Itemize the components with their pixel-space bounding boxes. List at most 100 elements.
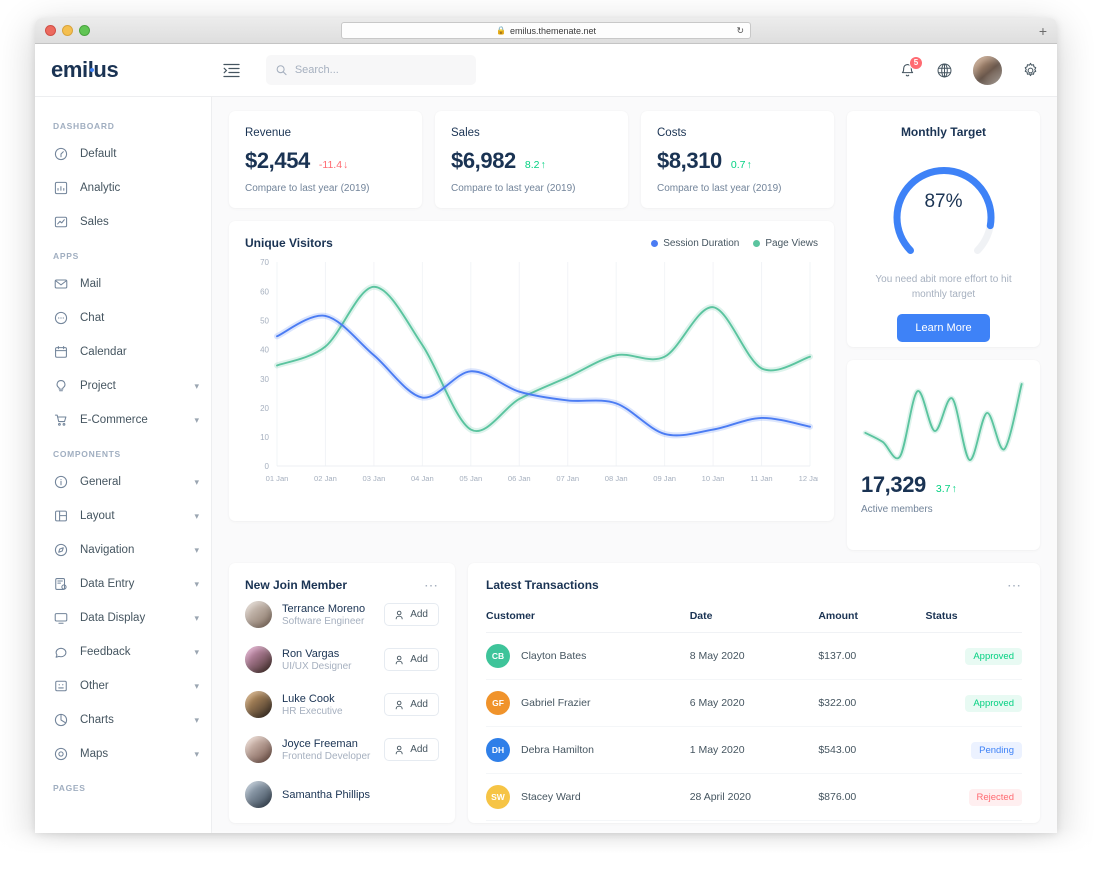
stat-card-revenue: Revenue $2,454 -11.4 ↓ Compare to last ye… xyxy=(229,111,422,208)
learn-more-button[interactable]: Learn More xyxy=(897,314,990,342)
sidebar-item-label: Other xyxy=(80,680,109,692)
stat-delta: 8.2 ↑ xyxy=(525,159,546,171)
arrow-down-icon: ↓ xyxy=(343,159,349,171)
svg-text:01 Jan: 01 Jan xyxy=(266,474,289,483)
user-add-icon xyxy=(395,610,403,619)
transactions-title: Latest Transactions xyxy=(486,578,599,592)
header-actions: 5 xyxy=(899,55,1039,85)
transactions-table: Customer Date Amount Status CB Clayton B… xyxy=(486,602,1022,821)
globe-icon xyxy=(937,63,952,77)
customer-name: Clayton Bates xyxy=(521,650,587,662)
sidebar-item-maps[interactable]: Maps ▾ xyxy=(35,737,211,771)
sparkline-chart xyxy=(857,376,1030,468)
cell-date: 28 April 2020 xyxy=(689,773,819,821)
avatar[interactable] xyxy=(973,55,1002,85)
sidebar-item-data-display[interactable]: Data Display ▾ xyxy=(35,601,211,635)
add-member-button[interactable]: Add xyxy=(384,738,439,761)
svg-text:20: 20 xyxy=(260,404,269,413)
latest-transactions-card: Latest Transactions ⋯ Customer Date Amou… xyxy=(468,563,1040,823)
sidebar-item-layout[interactable]: Layout ▾ xyxy=(35,499,211,533)
sidebar-nav[interactable]: DASHBOARD Default Analytic Sales APPS Ma… xyxy=(35,97,212,833)
status-badge: Approved xyxy=(965,694,1022,712)
minimize-window-button[interactable] xyxy=(62,25,73,36)
list-item[interactable]: Samantha Phillips xyxy=(245,772,439,817)
customer-initials-avatar: SW xyxy=(486,785,510,809)
ellipsis-icon[interactable]: ⋯ xyxy=(424,578,439,592)
search-icon xyxy=(276,65,287,76)
sidebar-item-label: Chat xyxy=(80,312,105,324)
member-name: Joyce Freeman xyxy=(282,737,358,750)
list-item[interactable]: Terrance Moreno Software Engineer Add xyxy=(245,592,439,637)
add-button-label: Add xyxy=(410,699,428,710)
sidebar-item-other[interactable]: Other ▾ xyxy=(35,669,211,703)
chevron-down-icon: ▾ xyxy=(194,380,199,391)
ellipsis-icon[interactable]: ⋯ xyxy=(1007,578,1022,592)
table-row[interactable]: CB Clayton Bates 8 May 2020 $137.00 Appr… xyxy=(486,632,1022,680)
maximize-window-button[interactable] xyxy=(79,25,90,36)
svg-text:05 Jan: 05 Jan xyxy=(459,474,482,483)
add-member-button[interactable]: Add xyxy=(384,603,439,626)
table-row[interactable]: DH Debra Hamilton 1 May 2020 $543.00 Pen… xyxy=(486,726,1022,774)
sidebar-item-e-commerce[interactable]: E-Commerce ▾ xyxy=(35,403,211,437)
search-box[interactable] xyxy=(266,55,476,85)
list-item[interactable]: Ron Vargas UI/UX Designer Add xyxy=(245,637,439,682)
reload-icon[interactable]: ↻ xyxy=(736,25,744,36)
sidebar-item-navigation[interactable]: Navigation ▾ xyxy=(35,533,211,567)
list-item[interactable]: Joyce Freeman Frontend Developer Add xyxy=(245,727,439,772)
chevron-down-icon: ▾ xyxy=(194,476,199,487)
cell-date: 6 May 2020 xyxy=(689,679,819,727)
svg-text:40: 40 xyxy=(260,346,269,355)
member-role: Software Engineer xyxy=(282,615,365,627)
svg-text:03 Jan: 03 Jan xyxy=(363,474,386,483)
stat-delta-value: -11.4 xyxy=(318,159,343,171)
table-row[interactable]: SW Stacey Ward 28 April 2020 $876.00 Rej… xyxy=(486,773,1022,821)
window-controls[interactable] xyxy=(45,25,90,36)
new-member-title: New Join Member xyxy=(245,578,348,592)
sidebar-item-feedback[interactable]: Feedback ▾ xyxy=(35,635,211,669)
sidebar-item-default[interactable]: Default xyxy=(35,137,211,171)
table-header-row: Customer Date Amount Status xyxy=(486,602,1022,633)
stat-value: $6,982 xyxy=(451,148,516,173)
stat-card-costs: Costs $8,310 0.7 ↑ Compare to last year (… xyxy=(641,111,834,208)
settings-button[interactable] xyxy=(1022,62,1039,79)
sidebar-item-general[interactable]: General ▾ xyxy=(35,465,211,499)
legend-item-page-views[interactable]: Page Views xyxy=(753,238,818,249)
avatar xyxy=(245,781,272,808)
add-member-button[interactable]: Add xyxy=(384,648,439,671)
cell-amount: $876.00 xyxy=(818,773,926,821)
legend-item-session-duration[interactable]: Session Duration xyxy=(651,238,739,249)
menu-fold-icon[interactable] xyxy=(216,57,246,83)
chevron-down-icon: ▾ xyxy=(194,544,199,555)
language-button[interactable] xyxy=(936,62,953,79)
legend-color-dot xyxy=(753,239,761,247)
new-tab-button[interactable]: + xyxy=(1039,24,1047,38)
add-member-button[interactable]: Add xyxy=(384,693,439,716)
sidebar-item-charts[interactable]: Charts ▾ xyxy=(35,703,211,737)
chevron-down-icon: ▾ xyxy=(194,578,199,589)
add-button-label: Add xyxy=(410,744,428,755)
customer-name: Debra Hamilton xyxy=(521,744,594,756)
sidebar-item-data-entry[interactable]: Data Entry ▾ xyxy=(35,567,211,601)
nav-group-dashboard-title: DASHBOARD xyxy=(53,121,115,131)
other-icon xyxy=(53,678,69,694)
app-logo[interactable]: emilus xyxy=(35,57,212,83)
sidebar-item-calendar[interactable]: Calendar xyxy=(35,335,211,369)
sidebar-item-analytic[interactable]: Analytic xyxy=(35,171,211,205)
search-input[interactable] xyxy=(294,64,466,76)
notifications-button[interactable]: 5 xyxy=(899,55,923,79)
chevron-down-icon: ▾ xyxy=(194,748,199,759)
data-entry-icon xyxy=(53,576,69,592)
cart-icon xyxy=(53,412,69,428)
address-bar[interactable]: 🔒 emilus.themenate.net ↻ xyxy=(341,22,751,39)
table-row[interactable]: GF Gabriel Frazier 6 May 2020 $322.00 Ap… xyxy=(486,679,1022,727)
sidebar-item-project[interactable]: Project ▾ xyxy=(35,369,211,403)
list-item[interactable]: Luke Cook HR Executive Add xyxy=(245,682,439,727)
sidebar-item-mail[interactable]: Mail xyxy=(35,267,211,301)
close-window-button[interactable] xyxy=(45,25,56,36)
notification-badge: 5 xyxy=(909,55,923,70)
member-name: Terrance Moreno xyxy=(282,602,366,615)
line-chart[interactable]: 0 10 20 30 40 50 60 70 01 Jan 02 Jan 03 Jan 04 Jan 0… xyxy=(245,254,818,494)
user-add-icon xyxy=(395,655,403,664)
sidebar-item-sales[interactable]: Sales xyxy=(35,205,211,239)
sidebar-item-chat[interactable]: Chat xyxy=(35,301,211,335)
